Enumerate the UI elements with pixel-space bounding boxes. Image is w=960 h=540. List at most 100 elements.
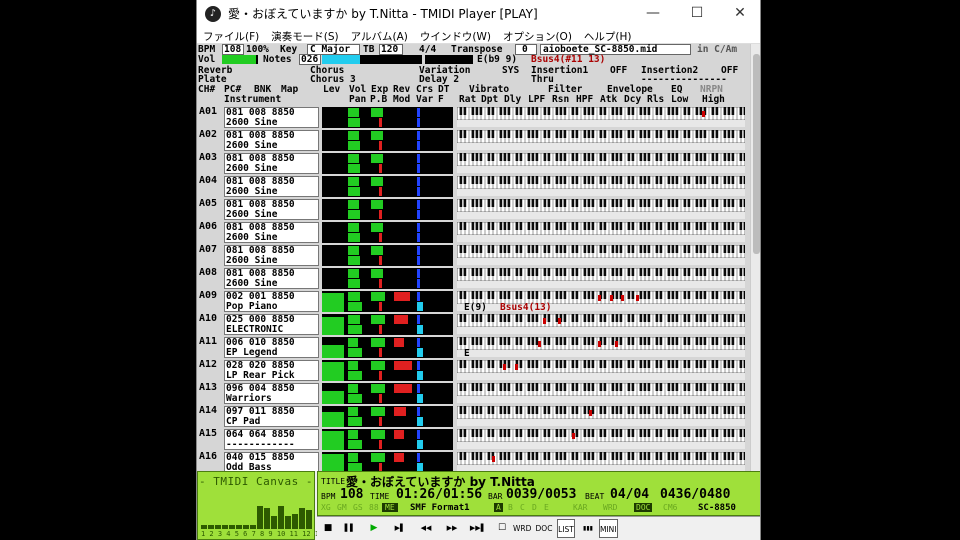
sys-label: SYS bbox=[502, 65, 520, 76]
song-info-panel: TITLE 愛・おぼえていますか by T.Nitta BPM 108 TIME… bbox=[317, 471, 760, 516]
key-mode: in C/Am bbox=[697, 44, 738, 55]
close-button[interactable]: ✕ bbox=[720, 0, 760, 27]
col-instrument: Instrument bbox=[224, 94, 282, 105]
channel-row[interactable]: A14 097 011 8850 CP Pad bbox=[197, 405, 750, 428]
instrument-box[interactable]: 081 008 8850 2600 Sine bbox=[224, 268, 319, 289]
expression-meter bbox=[348, 256, 360, 265]
piano-keys bbox=[456, 198, 747, 213]
channel-meters bbox=[322, 107, 453, 128]
expression-meter bbox=[348, 164, 360, 173]
instrument-box[interactable]: 081 008 8850 2600 Sine bbox=[224, 107, 319, 128]
instrument-box[interactable]: 006 010 8850 EP Legend bbox=[224, 337, 319, 358]
exp-meter bbox=[371, 407, 385, 416]
instrument-name: ------------ bbox=[226, 439, 295, 450]
channel-row[interactable]: A16 040 015 8850 Odd Bass bbox=[197, 451, 750, 471]
instrument-box[interactable]: 064 064 8850 ------------ bbox=[224, 429, 319, 450]
pressed-key bbox=[514, 364, 518, 370]
crs-marker bbox=[417, 223, 420, 232]
channel-number: A11 bbox=[199, 336, 218, 347]
window-title: 愛・おぼえていますか by T.Nitta - TMIDI Player [PL… bbox=[228, 7, 538, 21]
instrument-box[interactable]: 081 008 8850 2600 Sine bbox=[224, 176, 319, 197]
channel-row[interactable]: A01 081 008 8850 2600 Sine bbox=[197, 106, 750, 129]
channel-row[interactable]: A15 064 064 8850 ------------ bbox=[197, 428, 750, 451]
menu-help[interactable]: ヘルプ(H) bbox=[578, 27, 638, 43]
doc-button[interactable]: DOC bbox=[535, 519, 553, 538]
piano-keys bbox=[456, 313, 747, 328]
play-button[interactable]: ▶ bbox=[365, 519, 383, 538]
channel-number: A04 bbox=[199, 175, 218, 186]
keyboard-display bbox=[456, 106, 747, 127]
channel-meters bbox=[322, 406, 453, 427]
maximize-button[interactable]: ☐ bbox=[677, 0, 717, 27]
mini-button[interactable]: MINI bbox=[599, 519, 618, 538]
instrument-box[interactable]: 040 015 8850 Odd Bass bbox=[224, 452, 319, 471]
stop-button[interactable]: ■ bbox=[319, 519, 337, 538]
scrollbar-thumb[interactable] bbox=[753, 54, 760, 254]
minimize-button[interactable]: — bbox=[633, 0, 673, 27]
channel-row[interactable]: A06 081 008 8850 2600 Sine bbox=[197, 221, 750, 244]
menu-window[interactable]: ウインドウ(W) bbox=[414, 27, 497, 43]
rewind-button[interactable]: ◀◀ bbox=[417, 519, 435, 538]
wrd-button[interactable]: WRD bbox=[513, 519, 531, 538]
canvas-level-bar bbox=[271, 516, 277, 529]
instrument-box[interactable]: 028 020 8850 LP Rear Pick bbox=[224, 360, 319, 381]
insertion1-value: OFF bbox=[610, 65, 628, 76]
prev-track-button[interactable]: ▶▌ bbox=[391, 519, 409, 538]
channel-row[interactable]: A02 081 008 8850 2600 Sine bbox=[197, 129, 750, 152]
volume-meter bbox=[348, 223, 359, 232]
menu-file[interactable]: ファイル(F) bbox=[197, 27, 265, 43]
info-time-label: TIME bbox=[370, 492, 390, 501]
list-button[interactable]: LIST bbox=[557, 519, 575, 538]
channel-row[interactable]: A11 006 010 8850 EP Legend E bbox=[197, 336, 750, 359]
info-beat-value: 04/04 bbox=[610, 487, 650, 502]
channel-row[interactable]: A08 081 008 8850 2600 Sine bbox=[197, 267, 750, 290]
instrument-box[interactable]: 081 008 8850 2600 Sine bbox=[224, 245, 319, 266]
instrument-box[interactable]: 097 011 8850 CP Pad bbox=[224, 406, 319, 427]
instrument-box[interactable]: 081 008 8850 2600 Sine bbox=[224, 153, 319, 174]
exp-meter bbox=[371, 246, 383, 255]
canvas-level-bar bbox=[264, 508, 270, 529]
canvas-level-bar bbox=[250, 524, 256, 529]
crs-marker bbox=[417, 108, 420, 117]
channel-row[interactable]: A03 081 008 8850 2600 Sine bbox=[197, 152, 750, 175]
instrument-box[interactable]: 081 008 8850 2600 Sine bbox=[224, 130, 319, 151]
channel-meters bbox=[322, 222, 453, 243]
canvas-level-bar bbox=[236, 524, 242, 529]
next-track-button[interactable]: ▶▶▌ bbox=[469, 519, 487, 538]
channel-row[interactable]: A12 028 020 8850 LP Rear Pick bbox=[197, 359, 750, 382]
pan-marker bbox=[379, 210, 382, 219]
menu-album[interactable]: アルバム(A) bbox=[345, 27, 414, 43]
pan-marker bbox=[379, 371, 382, 380]
menu-play-mode[interactable]: 演奏モード(S) bbox=[265, 27, 344, 43]
channel-row[interactable]: A04 081 008 8850 2600 Sine bbox=[197, 175, 750, 198]
instrument-box[interactable]: 025 000 8850 ELECTRONIC bbox=[224, 314, 319, 335]
instrument-name: Pop Piano bbox=[226, 301, 278, 312]
pause-button[interactable]: ▌▌ bbox=[341, 519, 359, 538]
channel-row[interactable]: A10 025 000 8850 ELECTRONIC bbox=[197, 313, 750, 336]
channel-row[interactable]: A09 002 001 8850 Pop Piano E(9) Bsus4(13) bbox=[197, 290, 750, 313]
instrument-box[interactable]: 002 001 8850 Pop Piano bbox=[224, 291, 319, 312]
spectrum-button[interactable]: ▮▮▮ bbox=[579, 519, 597, 538]
window-toggle-button[interactable]: ☐ bbox=[493, 519, 511, 538]
instrument-box[interactable]: 081 008 8850 2600 Sine bbox=[224, 199, 319, 220]
level-meter bbox=[322, 345, 344, 358]
menu-options[interactable]: オプション(O) bbox=[497, 27, 578, 43]
expression-meter bbox=[348, 279, 360, 288]
volume-meter bbox=[348, 430, 358, 439]
channel-row[interactable]: A07 081 008 8850 2600 Sine bbox=[197, 244, 750, 267]
channel-number: A07 bbox=[199, 244, 218, 255]
channel-row[interactable]: A05 081 008 8850 2600 Sine bbox=[197, 198, 750, 221]
canvas-level-bar bbox=[257, 505, 263, 529]
col-high: High bbox=[702, 94, 725, 105]
col-mod: Mod bbox=[393, 94, 411, 105]
instrument-box[interactable]: 096 004 8850 Warriors bbox=[224, 383, 319, 404]
pressed-key bbox=[557, 318, 561, 324]
vertical-scrollbar[interactable] bbox=[750, 44, 760, 471]
channel-row[interactable]: A13 096 004 8850 Warriors bbox=[197, 382, 750, 405]
piano-keys bbox=[456, 221, 747, 236]
fast-forward-button[interactable]: ▶▶ bbox=[443, 519, 461, 538]
pan-marker bbox=[379, 164, 382, 173]
col-pan: Pan bbox=[349, 94, 367, 105]
instrument-name: 2600 Sine bbox=[226, 209, 278, 220]
instrument-box[interactable]: 081 008 8850 2600 Sine bbox=[224, 222, 319, 243]
